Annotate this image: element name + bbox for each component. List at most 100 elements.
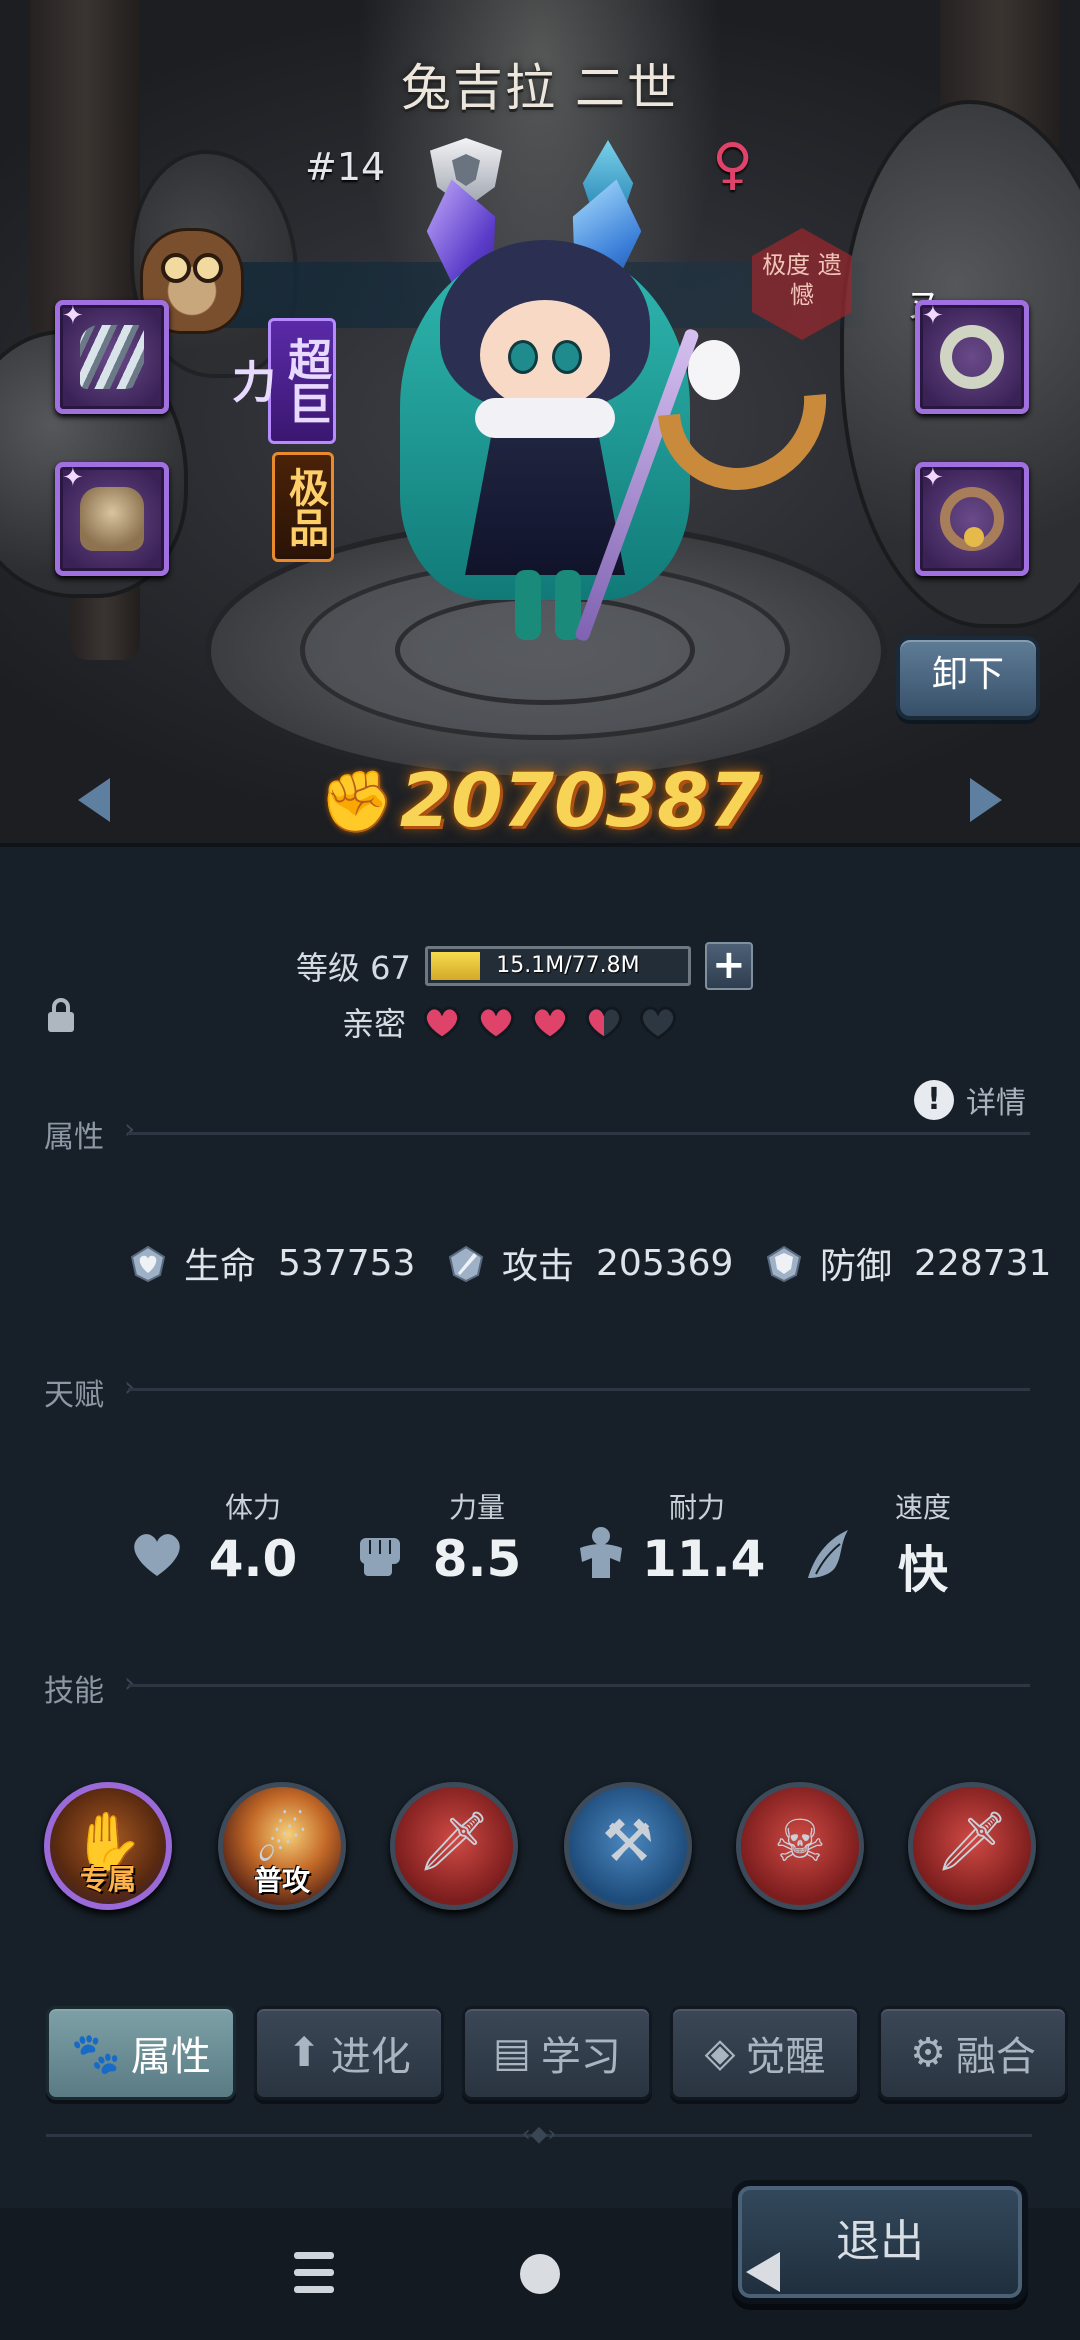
stat-label: 防御 xyxy=(820,1246,893,1287)
tab-label: 学习 xyxy=(540,2034,621,2080)
menu-line xyxy=(294,2286,334,2293)
skill-caption: 专属 xyxy=(79,1863,136,1896)
tab-label: 属性 xyxy=(130,2034,211,2080)
intimacy-label: 亲密 xyxy=(342,1005,407,1043)
stat-value: 228731 xyxy=(914,1242,1052,1284)
section-title-talents: 天赋 xyxy=(44,1378,104,1413)
equipment-slot-armor[interactable]: ✦ xyxy=(55,462,169,576)
skill-hammer[interactable]: ⚒ xyxy=(564,1782,692,1910)
tab-evolve[interactable]: ⬆ 进化 xyxy=(254,2006,444,2100)
intimacy-row: 亲密 xyxy=(342,1000,690,1044)
level-row: 等级 67 15.1M/77.8M + xyxy=(296,942,753,990)
heart-half-icon xyxy=(582,1002,626,1042)
chevron-right-icon: › xyxy=(124,1370,136,1403)
paw-icon: 🐾 xyxy=(71,2030,121,2077)
wing-icon xyxy=(808,1530,848,1578)
talent-endurance: 耐力 11.4 xyxy=(570,1486,770,1606)
character-leg xyxy=(515,570,541,640)
lock-body xyxy=(48,1012,74,1032)
stat-hp: 生命 537753 xyxy=(128,1236,415,1290)
level-label: 等级 67 xyxy=(296,949,411,987)
heart-full-icon xyxy=(420,1002,464,1042)
tab-label: 融合 xyxy=(955,2034,1036,2080)
skill-caption: 普攻 xyxy=(253,1864,310,1897)
heart-empty-icon xyxy=(636,1002,680,1042)
eye xyxy=(552,340,582,374)
bunny-icon xyxy=(688,340,740,400)
stat-attack: 攻击 205369 xyxy=(446,1236,733,1290)
divider-ornament-icon: ‹◆› xyxy=(521,2122,557,2147)
tab-attributes[interactable]: 🐾 属性 xyxy=(46,2006,236,2100)
section-divider xyxy=(128,1132,1030,1135)
claw-icon xyxy=(80,325,144,389)
character-face xyxy=(480,300,610,410)
stat-label: 生命 xyxy=(184,1246,257,1287)
stat-defense: 防御 228731 xyxy=(764,1236,1051,1290)
wolf-icon: ◈ xyxy=(704,2030,736,2076)
skull-skill-icon: ☠ xyxy=(774,1807,826,1875)
ring-icon xyxy=(940,325,1004,389)
menu-line xyxy=(294,2252,334,2259)
power-fist-icon: ✊ xyxy=(319,766,395,837)
bell-collar-icon xyxy=(940,487,1004,551)
skill-sword-2[interactable]: 🗡 xyxy=(908,1782,1036,1910)
talent-speed: 速度 快 xyxy=(796,1486,996,1606)
sword-gem-icon xyxy=(448,1245,484,1283)
sparkle-icon: ✦ xyxy=(922,463,944,493)
xp-progress-bar: 15.1M/77.8M xyxy=(424,946,691,986)
equipment-slot-collar[interactable]: ✦ xyxy=(915,462,1029,576)
section-divider xyxy=(128,1684,1030,1687)
back-icon[interactable] xyxy=(746,2252,780,2292)
level-up-button[interactable]: + xyxy=(704,942,753,990)
scene-divider xyxy=(0,843,1080,847)
tab-fusion[interactable]: ⚙ 融合 xyxy=(878,2006,1068,2100)
female-icon: ♀ xyxy=(712,132,754,197)
talent-label: 体力 xyxy=(224,1491,281,1524)
character-rank: #14 xyxy=(305,145,386,189)
talent-strength: 力量 8.5 xyxy=(350,1486,550,1606)
sword-skill-icon: 🗡 xyxy=(935,1807,1009,1875)
skill-skull[interactable]: ☠ xyxy=(736,1782,864,1910)
chevron-right-icon: › xyxy=(124,1666,136,1699)
fusion-icon: ⚙ xyxy=(910,2030,946,2076)
details-button[interactable]: ! 详情 xyxy=(914,1078,1026,1122)
tab-learn[interactable]: ▤ 学习 xyxy=(462,2006,652,2100)
combat-power-value: 2070387 xyxy=(399,758,761,844)
stat-value: 205369 xyxy=(596,1242,734,1284)
details-label: 详情 xyxy=(966,1086,1026,1121)
talent-value: 8.5 xyxy=(432,1530,522,1588)
tab-label: 进化 xyxy=(330,2034,411,2080)
xp-progress-text: 15.1M/77.8M xyxy=(496,953,640,978)
heart-icon xyxy=(134,1534,180,1576)
skill-normal-attack[interactable]: ☄ 普攻 xyxy=(218,1782,346,1910)
unequip-button[interactable]: 卸下 xyxy=(896,636,1040,720)
arrow-up-icon: ⬆ xyxy=(287,2030,321,2076)
tab-awaken[interactable]: ◈ 觉醒 xyxy=(670,2006,860,2100)
menu-icon[interactable] xyxy=(294,2252,334,2296)
book-icon: ▤ xyxy=(493,2030,531,2076)
lock-icon[interactable] xyxy=(46,998,76,1032)
sparkle-icon: ✦ xyxy=(62,301,84,331)
talent-label: 力量 xyxy=(448,1491,505,1524)
character-scene: 兔吉拉 二世 #14 ♀ 超巨力 极品 极度 遗憾 ヌ ✦ ✦ ✦ ✦ xyxy=(0,0,1080,845)
sparkle-icon: ✦ xyxy=(922,301,944,331)
talent-value: 快 xyxy=(898,1541,948,1599)
talent-value: 4.0 xyxy=(208,1530,298,1588)
fist-icon xyxy=(360,1538,400,1576)
stat-label: 攻击 xyxy=(502,1246,575,1287)
section-title-skills: 技能 xyxy=(44,1674,104,1709)
equipment-slot-claw[interactable]: ✦ xyxy=(55,300,169,414)
info-icon: ! xyxy=(914,1080,954,1120)
skill-exclusive[interactable]: ✋ 专属 xyxy=(44,1782,172,1910)
equipment-slot-ring[interactable]: ✦ xyxy=(915,300,1029,414)
talent-label: 耐力 xyxy=(668,1491,725,1524)
muscle-icon xyxy=(580,1527,622,1578)
home-icon[interactable] xyxy=(520,2254,560,2294)
stat-value: 537753 xyxy=(278,1242,416,1284)
skill-sword-1[interactable]: 🗡 xyxy=(390,1782,518,1910)
trait-tag: 超巨力 xyxy=(224,318,336,444)
tab-label: 觉醒 xyxy=(745,2034,826,2080)
heart-full-icon xyxy=(528,1002,572,1042)
bottom-tabs: 🐾 属性 ⬆ 进化 ▤ 学习 ◈ 觉醒 ⚙ 融合 xyxy=(46,2006,1068,2100)
sword-skill-icon: 🗡 xyxy=(417,1807,491,1875)
